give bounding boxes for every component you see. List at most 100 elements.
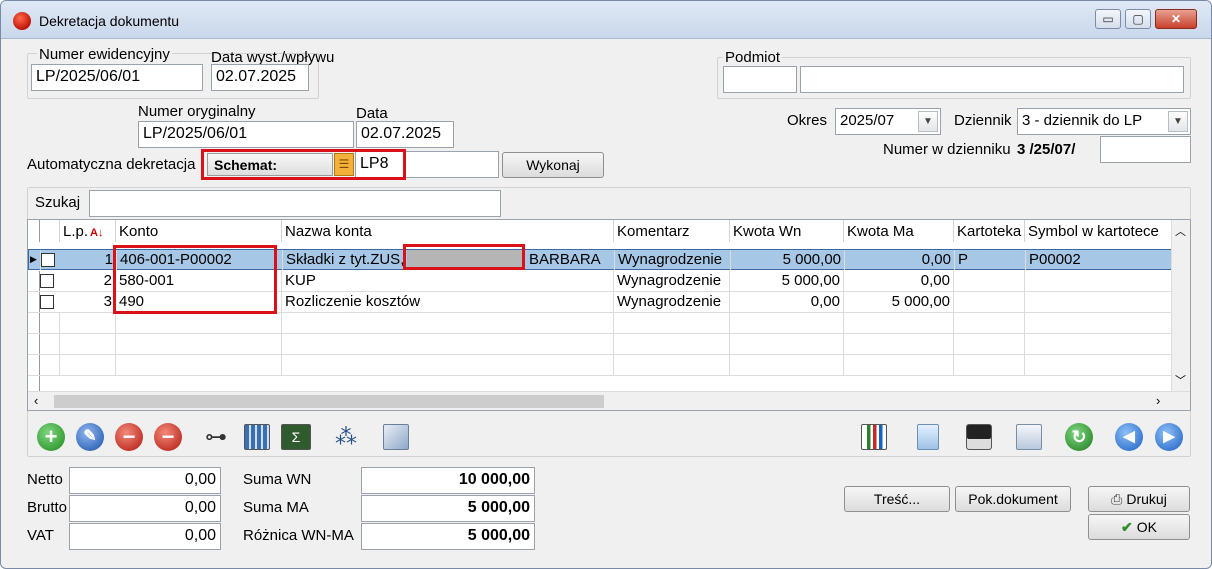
pok-dokument-button[interactable]: Pok.dokument [955,486,1071,512]
chevron-down-icon[interactable]: ▼ [1168,111,1188,132]
vertical-scrollbar[interactable]: ︿ ﹀ [1171,220,1190,392]
current-row-icon: ▶ [29,250,41,270]
okres-select[interactable]: 2025/07 ▼ [835,108,941,135]
cell-kwota-ma: 0,00 [844,271,954,291]
scroll-right-icon[interactable]: › [1156,393,1160,408]
cell-konto: 406-001-P00002 [117,250,283,270]
table-row[interactable]: 2 580-001 KUP Wynagrodzenie 5 000,00 0,0… [28,271,1172,292]
cell-konto: 580-001 [116,271,282,291]
cell-kartoteka: P [955,250,1026,270]
scroll-left-icon[interactable]: ‹ [34,393,38,408]
col-symbol[interactable]: Symbol w kartotece [1025,220,1172,242]
maximize-button[interactable]: ▢ [1125,9,1151,29]
col-kartoteka[interactable]: Kartoteka [954,220,1025,242]
row-checkbox[interactable] [40,295,54,309]
window-title: Dekretacja dokumentu [39,13,180,29]
minus-circle-icon[interactable]: − [114,422,144,452]
col-komentarz[interactable]: Komentarz [614,220,730,242]
col-nazwa[interactable]: Nazwa konta [282,220,614,242]
row-checkbox[interactable] [41,253,55,267]
cell-symbol [1025,271,1172,291]
minus-check-icon[interactable]: − [153,422,183,452]
binoculars-icon[interactable]: ⊶ [201,422,231,452]
vat-field[interactable]: 0,00 [69,523,221,550]
cell-nazwa-text: Składki z tyt.ZUS, [286,251,405,268]
scroll-down-icon[interactable]: ﹀ [1175,372,1186,388]
tree-icon[interactable]: ⁂ [331,422,361,452]
cell-lp: 2 [60,271,116,291]
tresc-button[interactable]: Treść... [844,486,950,512]
auto-dekretacja-label: Automatyczna dekretacja [27,156,196,173]
cell-komentarz: Wynagrodzenie [614,271,730,291]
schemat-label: Schemat: [207,153,333,176]
schemat-field[interactable]: LP8 [355,151,499,178]
floppy-icon[interactable] [964,422,994,452]
search-input[interactable] [89,190,501,217]
row-checkbox[interactable] [40,274,54,288]
scroll-thumb[interactable] [54,395,604,408]
dekretacja-window: Dekretacja dokumentu ▭ ▢ ✕ Numer ewidenc… [0,0,1212,569]
minimize-button[interactable]: ▭ [1095,9,1121,29]
refresh-icon[interactable]: ↻ [1064,422,1094,452]
dekretacja-table: L.p. A↓ Konto Nazwa konta Komentarz Kwota… [27,219,1191,411]
netto-field[interactable]: 0,00 [69,467,221,494]
brutto-field[interactable]: 0,00 [69,495,221,522]
podmiot-name-field[interactable] [800,66,1184,93]
roznica-field: 5 000,00 [361,523,535,550]
netto-label: Netto [27,471,63,488]
horizontal-scrollbar[interactable]: ‹ › [28,391,1190,410]
data-field[interactable]: 02.07.2025 [356,121,454,148]
data-wyst-field[interactable]: 02.07.2025 [211,64,309,91]
next-icon[interactable]: ▶ [1154,422,1184,452]
printer-icon: ⎙ [1111,491,1123,507]
schemat-picker-icon[interactable]: ☰ [334,153,354,176]
plus-circle-icon[interactable]: + [36,422,66,452]
scroll-up-icon[interactable]: ︿ [1175,223,1186,239]
numer-oryginalny-field[interactable]: LP/2025/06/01 [138,121,354,148]
numer-w-dzienniku-value: 3 /25/07/ [1017,141,1076,158]
table-row[interactable]: 3 490 Rozliczenie kosztów Wynagrodzenie … [28,292,1172,313]
ok-button[interactable]: ✔ OK [1088,514,1190,540]
col-konto[interactable]: Konto [116,220,282,242]
sum-icon[interactable]: Σ [281,422,311,452]
chart-icon[interactable] [859,422,889,452]
checkbox-header [40,220,60,242]
table-row[interactable]: ▶ 1 406-001-P00002 Składki z tyt.ZUS, BA… [28,249,1173,270]
numer-w-dzienniku-field[interactable] [1100,136,1191,163]
col-kwota-wn[interactable]: Kwota Wn [730,220,844,242]
windows-icon[interactable] [1014,422,1044,452]
numer-ewidencyjny-field[interactable]: LP/2025/06/01 [31,64,203,91]
cell-lp: 1 [61,250,117,270]
drukuj-button[interactable]: ⎙ Drukuj [1088,486,1190,512]
cell-nazwa: Rozliczenie kosztów [282,292,614,312]
title-bar: Dekretacja dokumentu ▭ ▢ ✕ [1,1,1211,39]
empty-row [28,355,1172,376]
document-icon[interactable] [913,422,943,452]
wykonaj-button[interactable]: Wykonaj [502,152,604,178]
cell-kartoteka [954,292,1025,312]
chevron-down-icon[interactable]: ▼ [918,111,938,132]
col-kwota-ma[interactable]: Kwota Ma [844,220,954,242]
cell-symbol [1025,292,1172,312]
podmiot-code-field[interactable] [723,66,797,93]
close-button[interactable]: ✕ [1155,9,1197,29]
cell-nazwa: KUP [282,271,614,291]
prev-icon[interactable]: ◀ [1114,422,1144,452]
ok-label: OK [1136,519,1157,535]
export-icon[interactable] [381,422,411,452]
row-indicator [28,271,40,291]
suma-ma-field: 5 000,00 [361,495,535,522]
cell-kwota-wn: 0,00 [730,292,844,312]
sort-az-icon[interactable]: A↓ [90,227,103,239]
cell-nazwa: Składki z tyt.ZUS, BARBARA [283,250,615,270]
calculator-grid-icon[interactable] [242,422,272,452]
data-label: Data [356,105,388,122]
col-lp[interactable]: L.p. A↓ [60,220,116,242]
check-icon: ✔ [1121,519,1133,535]
dziennik-select[interactable]: 3 - dziennik do LP ▼ [1017,108,1191,135]
numer-w-dzienniku-label: Numer w dzienniku [883,141,1011,158]
search-label: Szukaj [35,194,81,211]
okres-label: Okres [787,112,828,129]
cell-kartoteka [954,271,1025,291]
edit-circle-icon[interactable]: ✎ [75,422,105,452]
